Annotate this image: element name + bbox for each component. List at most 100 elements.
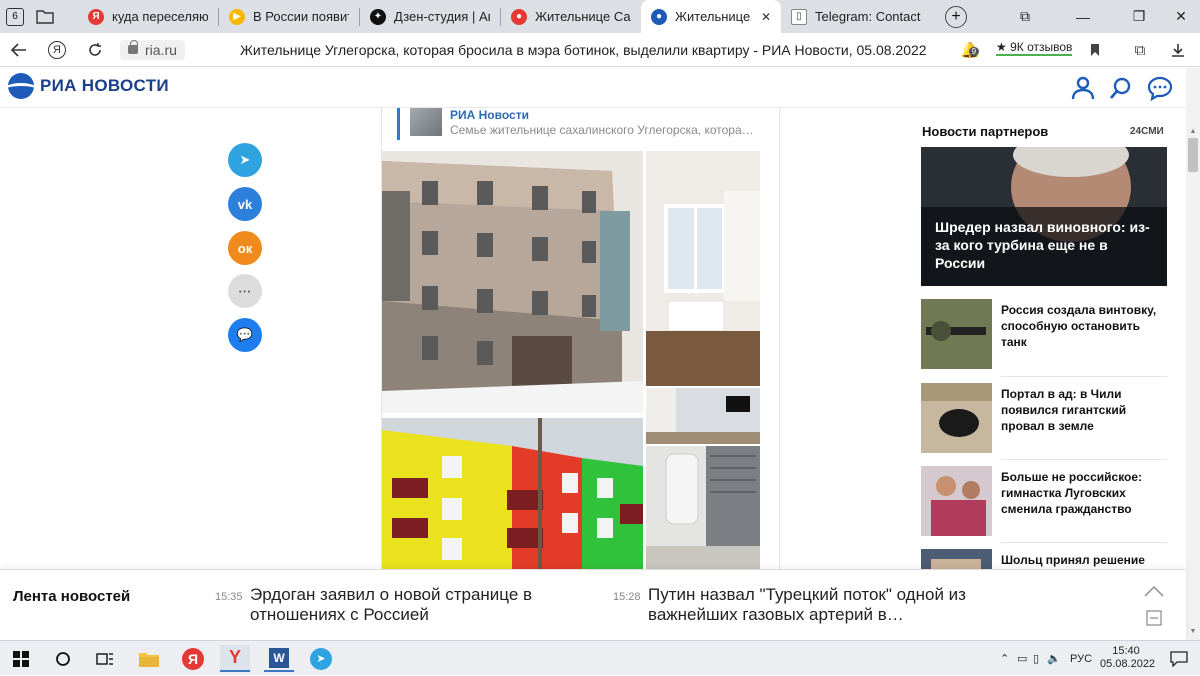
bookmark-icon[interactable] bbox=[1081, 33, 1109, 67]
partner-thumbnail bbox=[921, 299, 992, 369]
tab-counter-badge: 6 bbox=[6, 7, 24, 26]
embed-text: Семье жительнице сахалинского Углегорска… bbox=[450, 123, 754, 137]
tab-counter-button[interactable]: 6 bbox=[0, 0, 30, 33]
ticker-time: 15:28 bbox=[613, 591, 641, 603]
volume-icon[interactable]: 🔈 bbox=[1047, 641, 1061, 676]
close-window-button[interactable]: ✕ bbox=[1162, 0, 1200, 33]
ria-logo-text: РИА НОВОСТИ bbox=[40, 76, 169, 95]
new-folder-icon[interactable] bbox=[30, 0, 60, 33]
telegram-app-icon[interactable]: ➤ bbox=[306, 645, 336, 672]
ria-logo-icon bbox=[8, 73, 34, 99]
zen-icon: ✦ bbox=[370, 8, 386, 25]
lock-icon bbox=[128, 40, 138, 54]
old-building-photo[interactable] bbox=[382, 151, 643, 413]
close-tab-icon[interactable]: ✕ bbox=[761, 10, 771, 24]
partner-headline: Портал в ад: в Чили появился гигантский … bbox=[1001, 387, 1127, 433]
telegram-share-button[interactable]: ➤ bbox=[228, 143, 262, 177]
page-icon: ▯ bbox=[791, 8, 807, 25]
task-view-icon[interactable] bbox=[90, 645, 120, 672]
tab-title: куда переселяют и bbox=[112, 9, 208, 24]
page-title: Жительнице Углегорска, которая бросила в… bbox=[240, 42, 927, 58]
site-header: РИА НОВОСТИ bbox=[0, 68, 1186, 108]
browser-tab[interactable]: ● Жительнице Угл ✕ bbox=[641, 0, 781, 33]
ticker-label[interactable]: Лента новостей bbox=[13, 588, 130, 605]
browser-tab[interactable]: Якуда переселяют и bbox=[78, 0, 218, 33]
browser-tab[interactable]: ✦ Дзен-студия | Авар bbox=[360, 0, 500, 33]
divider bbox=[1001, 376, 1167, 377]
divider bbox=[1001, 542, 1167, 543]
featured-caption: Шредер назвал виновного: из-за кого турб… bbox=[935, 219, 1150, 271]
notif-count: 9 bbox=[968, 47, 980, 56]
ticker-headline[interactable]: Эрдоган заявил о новой странице в отноше… bbox=[250, 585, 590, 625]
ticker-collapse-button[interactable] bbox=[1143, 580, 1165, 602]
new-tab-button[interactable]: + bbox=[945, 5, 967, 28]
scroll-up-arrow[interactable]: ▲ bbox=[1186, 124, 1200, 138]
embedded-post[interactable]: РИА Новости Семье жительнице сахалинског… bbox=[397, 108, 767, 140]
notifications-icon[interactable]: 🔔9 bbox=[956, 33, 984, 67]
file-explorer-icon[interactable] bbox=[134, 645, 164, 672]
yandex-browser-icon[interactable]: Y bbox=[220, 645, 250, 672]
url-field[interactable]: ria.ru bbox=[120, 39, 185, 60]
embed-source: РИА Новости bbox=[450, 108, 529, 122]
notification-center-icon[interactable] bbox=[1170, 641, 1188, 676]
clock-time: 15:40 bbox=[1112, 645, 1140, 657]
ok-share-button[interactable]: ок bbox=[228, 231, 262, 265]
partners-brand[interactable]: 24СМИ bbox=[1130, 126, 1164, 137]
back-button[interactable] bbox=[0, 33, 38, 67]
word-icon[interactable]: W bbox=[264, 645, 294, 672]
yandex-home-button[interactable]: Я bbox=[38, 33, 76, 67]
language-indicator[interactable]: РУС bbox=[1070, 641, 1092, 676]
downloads-icon[interactable] bbox=[1164, 33, 1192, 67]
ria-logo[interactable]: РИА НОВОСТИ bbox=[8, 73, 169, 99]
tab-title: Дзен-студия | Авар bbox=[394, 9, 490, 24]
vk-share-button[interactable]: vk bbox=[228, 187, 262, 221]
partner-news-item[interactable]: Шольц принял решение bbox=[921, 542, 1167, 569]
browser-tab[interactable]: ▶ В России появится bbox=[219, 0, 359, 33]
search-circle-icon[interactable] bbox=[48, 645, 78, 672]
apartment-window-photo[interactable] bbox=[646, 151, 760, 386]
system-clock[interactable]: 15:40 05.08.2022 bbox=[1100, 645, 1155, 671]
reload-button[interactable] bbox=[76, 33, 114, 67]
play-icon: ▶ bbox=[229, 8, 245, 25]
network-icon[interactable]: ▭ bbox=[1017, 641, 1027, 676]
search-icon[interactable] bbox=[1108, 75, 1134, 101]
more-share-button[interactable]: ··· bbox=[228, 274, 262, 308]
partner-news-item[interactable]: Портал в ад: в Чили появился гигантский … bbox=[921, 376, 1167, 455]
url-text: ria.ru bbox=[145, 41, 177, 58]
scroll-down-arrow[interactable]: ▼ bbox=[1186, 624, 1200, 638]
reviews-label: 9К отзывов bbox=[1010, 40, 1073, 54]
restore-button[interactable]: ❐ bbox=[1120, 0, 1158, 33]
partner-news-item[interactable]: Больше не российское: гимнастка Луговски… bbox=[921, 459, 1167, 538]
room-tv-photo[interactable] bbox=[646, 388, 760, 444]
windows-start-icon[interactable] bbox=[6, 645, 36, 672]
ria-icon: ● bbox=[511, 8, 527, 25]
power-icon[interactable]: ▯ bbox=[1033, 641, 1039, 676]
comments-share-button[interactable]: 💬 bbox=[228, 318, 262, 352]
embed-thumbnail bbox=[410, 108, 442, 136]
browser-tab[interactable]: ● Жительнице Сахал bbox=[501, 0, 641, 33]
ticker-headline[interactable]: Путин назвал "Турецкий поток" одной из в… bbox=[648, 585, 988, 625]
partners-heading: Новости партнеров bbox=[922, 124, 1049, 139]
colorful-building-photo[interactable] bbox=[382, 418, 643, 569]
partner-thumbnail bbox=[921, 383, 992, 453]
bathroom-photo[interactable] bbox=[646, 446, 760, 569]
user-icon[interactable] bbox=[1070, 75, 1096, 101]
partner-news-item[interactable]: Россия создала винтовку, способную остан… bbox=[921, 299, 1167, 371]
partner-headline: Больше не российское: гимнастка Луговски… bbox=[1001, 470, 1143, 516]
minimize-button[interactable]: — bbox=[1064, 0, 1102, 33]
extensions-icon[interactable]: ⧉ bbox=[1126, 33, 1154, 67]
tray-chevron-icon[interactable]: ⌃ bbox=[1000, 641, 1009, 676]
collections-icon[interactable]: ⧉ bbox=[1006, 0, 1044, 33]
yandex-icon: Я bbox=[88, 8, 104, 25]
tab-title: В России появится bbox=[253, 9, 349, 24]
chat-icon[interactable] bbox=[1147, 75, 1173, 101]
divider bbox=[1001, 459, 1167, 460]
partner-thumbnail bbox=[921, 549, 992, 569]
reviews-link[interactable]: ★ 9К отзывов bbox=[996, 40, 1073, 56]
ticker-minimize-button[interactable] bbox=[1143, 607, 1165, 629]
browser-tab[interactable]: ▯ Telegram: Contact @ bbox=[781, 0, 931, 33]
yandex-app-icon[interactable]: Я bbox=[178, 645, 208, 672]
partner-featured-card[interactable]: Шредер назвал виновного: из-за кого турб… bbox=[921, 147, 1167, 286]
article-column: РИА Новости Семье жительнице сахалинског… bbox=[381, 108, 780, 569]
scrollbar-thumb[interactable] bbox=[1188, 138, 1198, 172]
